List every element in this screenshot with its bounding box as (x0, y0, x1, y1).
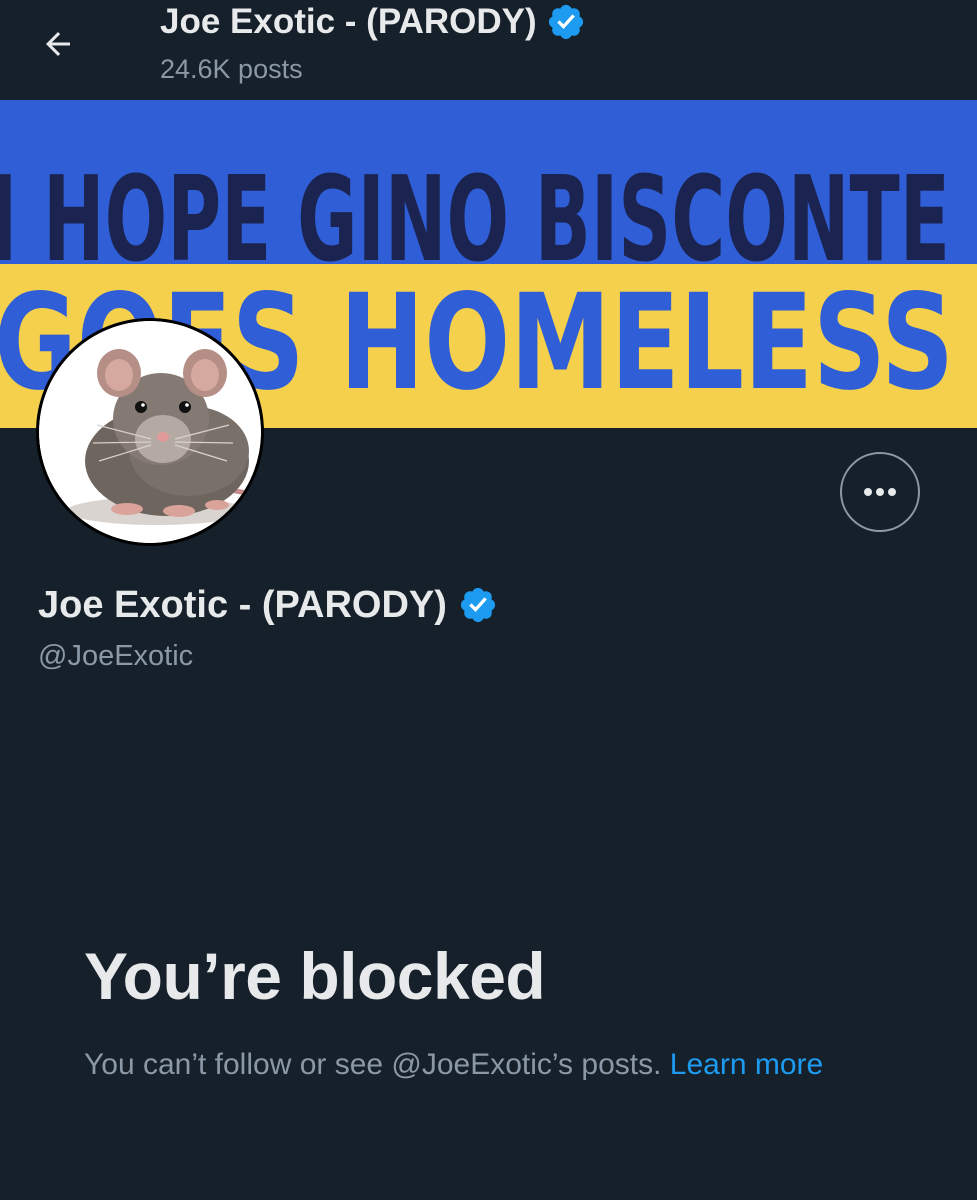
header-title: Joe Exotic - (PARODY) (160, 2, 537, 41)
verified-badge-icon[interactable] (458, 585, 498, 625)
rat-icon (39, 321, 261, 543)
more-options-button[interactable] (840, 452, 920, 532)
learn-more-link[interactable]: Learn more (670, 1048, 823, 1081)
arrow-left-icon (46, 32, 70, 56)
top-bar: Joe Exotic - (PARODY) 24.6K posts (0, 0, 977, 100)
profile-handle: @JoeExotic (38, 640, 194, 672)
back-button[interactable] (34, 20, 82, 68)
verified-badge-icon (546, 2, 586, 42)
blocked-description-text: You can’t follow or see @JoeExotic’s pos… (84, 1048, 662, 1081)
profile-screen: Joe Exotic - (PARODY) 24.6K posts I HOPE… (0, 0, 977, 1200)
profile-display-name: Joe Exotic - (PARODY) (38, 583, 447, 626)
avatar[interactable] (36, 318, 264, 546)
header-posts-count: 24.6K posts (160, 54, 303, 84)
avatar-image (39, 321, 261, 543)
blocked-description: You can’t follow or see @JoeExotic’s pos… (84, 1042, 864, 1088)
profile-name-row: Joe Exotic - (PARODY) (38, 580, 498, 630)
more-horizontal-icon (864, 488, 896, 496)
header-title-row: Joe Exotic - (PARODY) (160, 0, 586, 44)
blocked-title: You’re blocked (84, 939, 546, 1013)
